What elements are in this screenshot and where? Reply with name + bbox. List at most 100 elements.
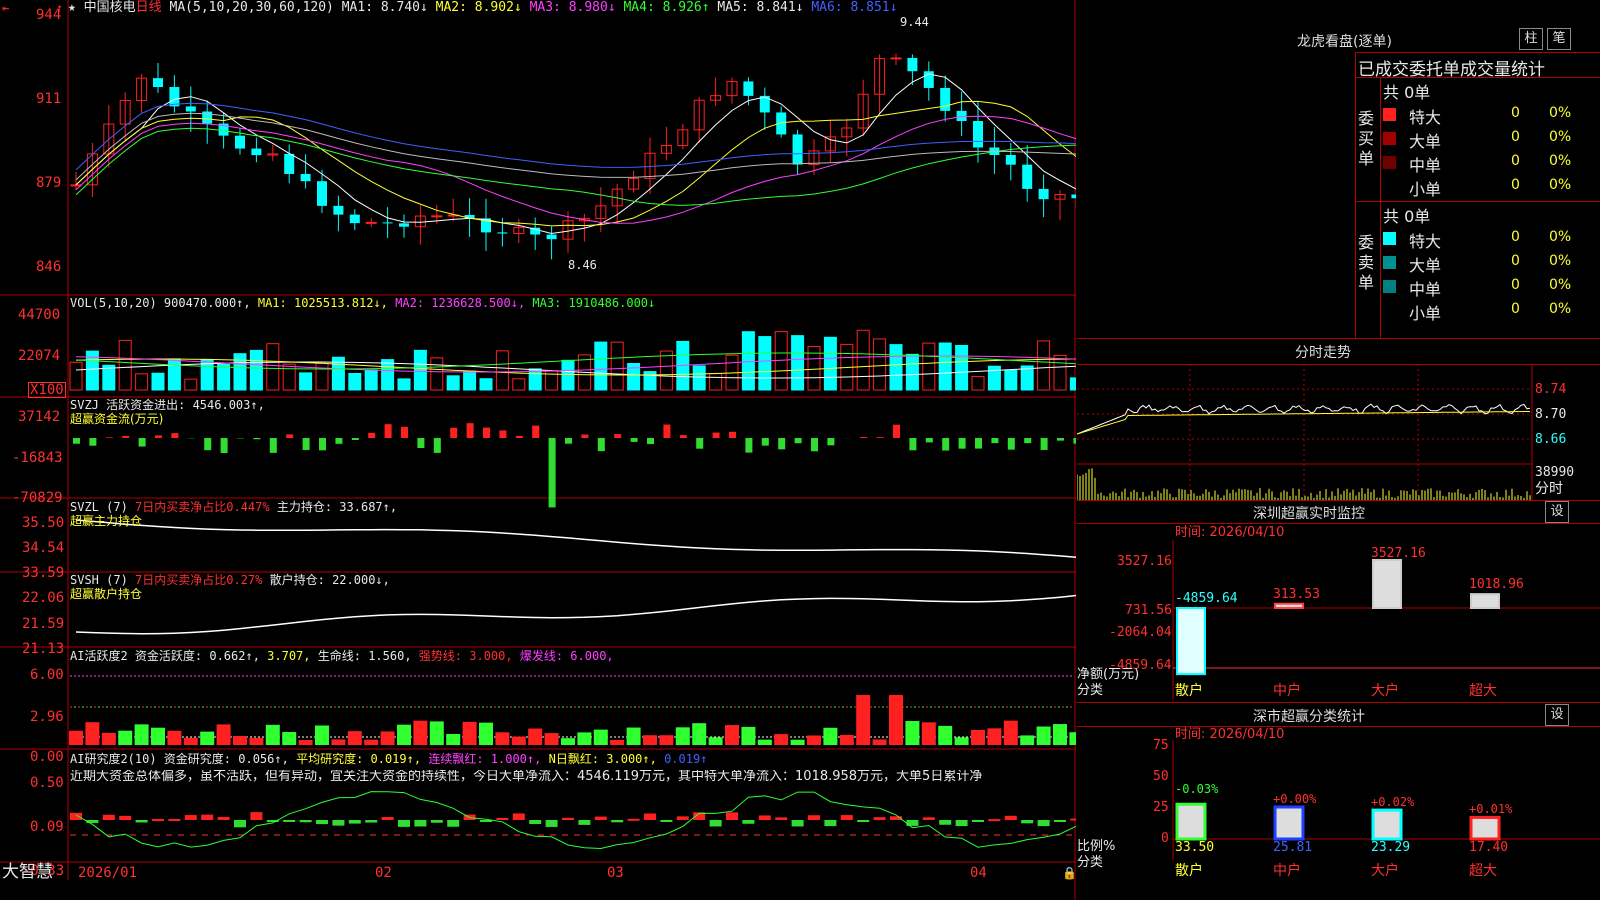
flow-bar-in: [384, 424, 392, 438]
candle-body-down: [333, 205, 344, 215]
activity-bar: [757, 739, 772, 745]
flow-bar-out: [1024, 438, 1032, 444]
candle-body-down: [1005, 155, 1016, 165]
sell-row-l: 大单 0 0%: [1381, 251, 1600, 275]
volume-bar: [413, 349, 427, 391]
activity-bar: [905, 721, 920, 745]
flow-bar-out: [417, 438, 425, 448]
activity-bar: [839, 734, 854, 745]
activity-bar: [429, 721, 444, 745]
monitor-cat-mid: 中户: [1273, 683, 1301, 699]
fund-flow-bars: [73, 423, 1076, 508]
volume-bar: [479, 378, 493, 391]
column-view-button[interactable]: 柱: [1519, 28, 1543, 50]
candle-body-down: [792, 134, 803, 165]
main-chart-area[interactable]: 944 911 879 846 44700 22074 X100 37142 -…: [0, 0, 1077, 900]
research-bar: [184, 815, 197, 820]
candle-body-up: [70, 184, 82, 187]
activity-bar: [511, 736, 526, 745]
volume-bar: [692, 365, 706, 391]
flow-bar-in: [679, 435, 687, 438]
activity-bar: [643, 735, 657, 745]
l-buy-swatch: [1383, 132, 1396, 145]
research-bar: [102, 814, 115, 820]
flow-tick-3: -70829: [12, 490, 63, 506]
flow-bar-in: [171, 433, 179, 438]
volume-bar: [1020, 365, 1034, 391]
m-sell-swatch: [1383, 280, 1396, 293]
vol-tick-1: 44700: [18, 307, 61, 323]
flow-bar-out: [1057, 438, 1064, 441]
period-label[interactable]: 日线: [136, 0, 162, 15]
candle-body-down: [300, 173, 311, 182]
vol-ma2: MA2: 1236628.500↓,: [395, 296, 526, 310]
volume-bar: [463, 370, 477, 391]
sell-row-m: 中单 0 0%: [1381, 275, 1600, 299]
main-hold-tick-2: 34.54: [22, 540, 65, 556]
svzl-ratio: 7日内买卖净占比0.447%: [135, 500, 270, 514]
flow-bar-in: [663, 424, 671, 438]
stats-settings-button[interactable]: 设: [1545, 704, 1569, 726]
activity-bar: [987, 728, 1002, 745]
intraday-tick-1: 8.74: [1535, 382, 1567, 397]
order-stats-box: 已成交委托单成交量统计 委买单 共 0单 特大 0 0% 大单 0 0% 中单 0 0% 小…: [1355, 52, 1600, 339]
activity-bar: [380, 731, 395, 745]
ma2-value: MA2: 8.902↓: [435, 0, 522, 15]
candle-body-down: [546, 234, 557, 240]
activity-bar: [233, 735, 247, 745]
flow-bar-out: [1073, 438, 1076, 444]
stats-chart[interactable]: [1077, 740, 1600, 900]
flow-bar-out: [827, 438, 835, 446]
candle-body-down: [349, 214, 360, 224]
volume-bar: [971, 376, 985, 391]
svzj-subtitle: 超赢资金流(万元): [70, 412, 164, 426]
ai-tick-3: 0.00: [30, 749, 64, 765]
research-bar: [1021, 820, 1034, 824]
favorite-star-icon[interactable]: ★: [68, 0, 76, 15]
research-bar: [316, 820, 328, 825]
volume-bar: [397, 378, 411, 391]
research-bar: [365, 820, 378, 823]
activity-bar: [938, 725, 953, 745]
flow-bar-in: [286, 434, 294, 438]
monitor-settings-button[interactable]: 设: [1545, 501, 1569, 523]
intraday-chart[interactable]: [1077, 364, 1600, 500]
activity-bar: [85, 722, 100, 745]
flow-bar-in: [122, 435, 130, 438]
flow-bar-out: [942, 438, 950, 451]
research-bar: [299, 820, 312, 823]
activity-bar: [577, 732, 592, 745]
research-bar: [135, 820, 148, 823]
flow-bar-out: [925, 438, 933, 443]
main-hold-tick-1: 35.50: [22, 515, 65, 531]
monitor-bar: [1176, 607, 1206, 676]
svsh-ratio: 7日内买卖净占比0.27%: [135, 573, 263, 587]
lock-icon[interactable]: 🔒: [1062, 866, 1077, 880]
volume-bar: [495, 350, 509, 391]
activity-bar: [413, 720, 428, 745]
flow-bar-out: [991, 438, 999, 444]
monitor-val-super: 1018.96: [1469, 577, 1524, 592]
stats-cat-mid: 中户: [1273, 863, 1301, 879]
price-tick-4: 846: [36, 259, 62, 275]
candle-body-down: [399, 223, 409, 227]
stroke-view-button[interactable]: 笔: [1547, 28, 1571, 50]
activity-bar: [921, 722, 936, 745]
intraday-title[interactable]: 分时走势: [1295, 342, 1351, 362]
volume-bar: [823, 336, 837, 391]
stock-name[interactable]: 中国核电: [84, 0, 136, 15]
activity-bar: [528, 728, 543, 745]
activity-bar: [479, 722, 493, 745]
stats-bar: [1371, 808, 1403, 841]
activity-bar: [1053, 724, 1067, 745]
candle-body-up: [890, 57, 902, 60]
candle-body-down: [317, 181, 327, 206]
ma4-value: MA4: 8.926↑: [623, 0, 710, 15]
research-bar: [496, 817, 509, 820]
candle-body-down: [497, 232, 508, 234]
monitor-val-mid: 313.53: [1273, 587, 1320, 602]
monitor-chart[interactable]: [1077, 540, 1600, 700]
candle-body-down: [169, 87, 180, 107]
volume-bar: [873, 338, 887, 391]
vol-title: VOL(5,10,20) 900470.000↑,: [70, 296, 251, 310]
